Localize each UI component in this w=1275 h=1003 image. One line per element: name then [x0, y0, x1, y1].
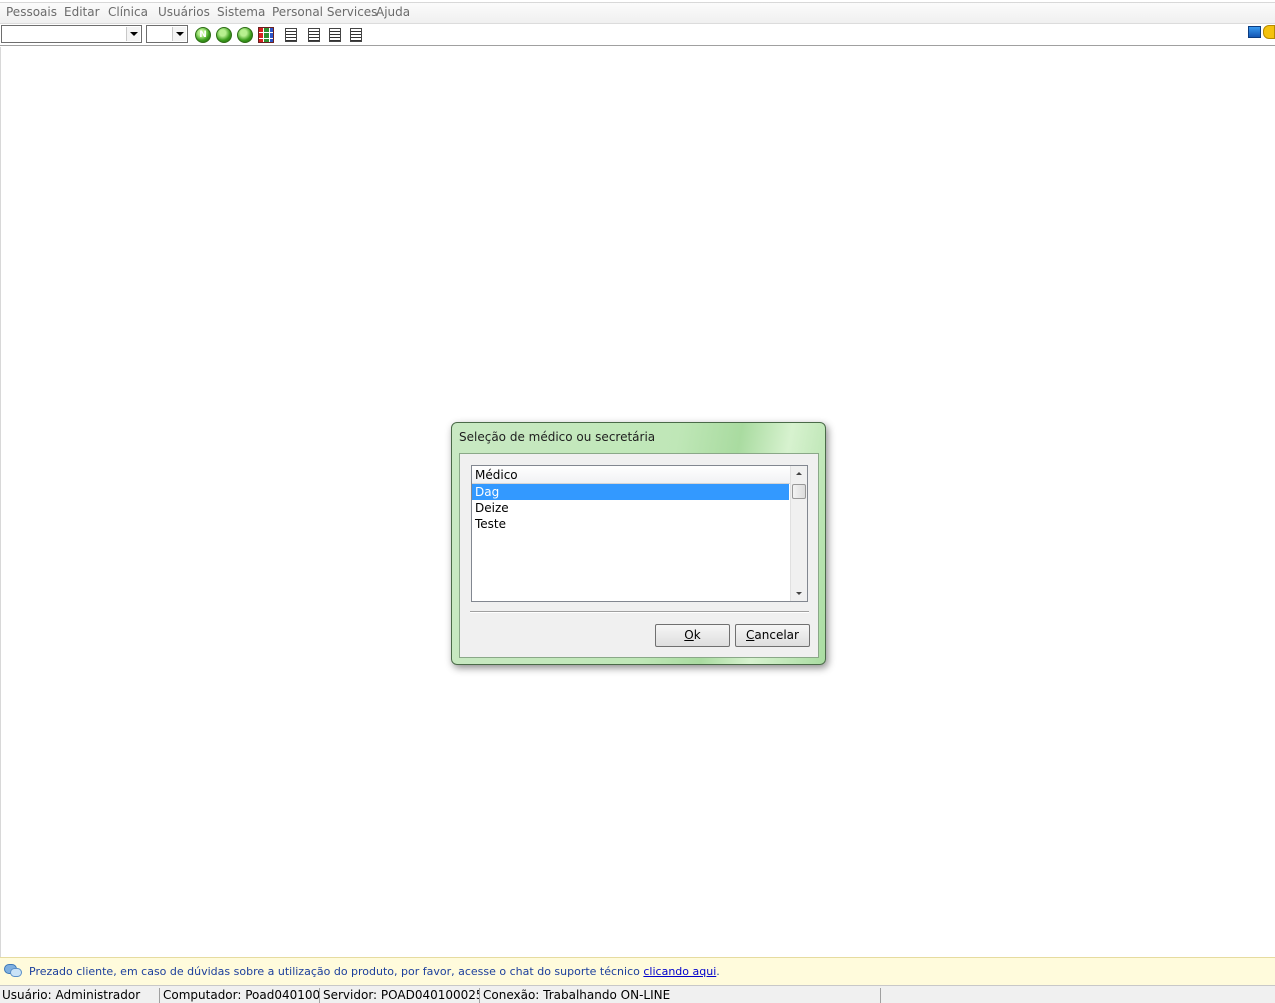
status-connection: Conexão: Trabalhando ON-LINE: [481, 988, 881, 1003]
scroll-up-icon[interactable]: [791, 466, 807, 482]
list-item[interactable]: Dag: [472, 484, 789, 500]
dialog-separator: [470, 611, 809, 613]
list-column-header-label: Médico: [475, 468, 518, 482]
support-message-text: Prezado cliente, em caso de dúvidas sobr…: [29, 965, 644, 978]
support-message-suffix: .: [716, 965, 720, 978]
green-circle-icon[interactable]: [216, 27, 232, 43]
app-window: Pessoais Editar Clínica Usuários Sistema…: [0, 0, 1275, 1003]
menu-bar: Pessoais Editar Clínica Usuários Sistema…: [0, 0, 1275, 24]
status-computer: Computador: Poad040100025: [163, 988, 320, 1003]
green-n-circle-icon[interactable]: N: [195, 27, 211, 43]
list-scrollbar[interactable]: [790, 466, 807, 601]
chevron-down-icon[interactable]: [172, 27, 186, 41]
chat-bubbles-icon: [4, 964, 22, 978]
ok-button[interactable]: Ok: [655, 624, 730, 647]
status-bar: Usuário: Administrador Computador: Poad0…: [0, 985, 1275, 1003]
document-icon[interactable]: [285, 28, 297, 42]
toolbar: N: [0, 24, 1275, 46]
menu-personal-services[interactable]: Personal Services: [272, 5, 377, 19]
document-icon[interactable]: [329, 28, 341, 42]
status-server: Servidor: POAD040100025\SQ: [321, 988, 480, 1003]
doctor-listbox[interactable]: Médico Dag Deize Teste: [471, 465, 808, 602]
cancel-button[interactable]: Cancelar: [735, 624, 810, 647]
menu-usuarios[interactable]: Usuários: [158, 5, 210, 19]
support-info-bar: Prezado cliente, em caso de dúvidas sobr…: [0, 957, 1275, 985]
dialog-body: Médico Dag Deize Teste Ok Cancelar: [459, 453, 819, 658]
status-extra: [882, 988, 1275, 1003]
document-icon[interactable]: [308, 28, 320, 42]
menu-editar[interactable]: Editar: [64, 5, 100, 19]
grid-table-icon[interactable]: [258, 27, 274, 43]
status-user: Usuário: Administrador: [0, 988, 160, 1003]
ok-label: k: [693, 628, 701, 642]
menu-pessoais[interactable]: Pessoais: [6, 5, 57, 19]
menu-ajuda[interactable]: Ajuda: [376, 5, 410, 19]
toolbar-combo-2[interactable]: [146, 25, 188, 43]
list-item[interactable]: Deize: [472, 500, 789, 516]
support-chat-link[interactable]: clicando aqui: [643, 965, 716, 978]
toolbar-combo-1[interactable]: [1, 25, 142, 43]
document-icon[interactable]: [350, 28, 362, 42]
menu-clinica[interactable]: Clínica: [108, 5, 148, 19]
smiley-icon[interactable]: [1263, 25, 1275, 39]
scroll-down-icon[interactable]: [791, 585, 807, 601]
ok-hotkey: O: [684, 628, 694, 642]
cancel-label: ancelar: [754, 628, 799, 642]
list-item[interactable]: Teste: [472, 516, 789, 532]
chevron-down-icon[interactable]: [126, 27, 140, 41]
green-circle-icon[interactable]: [237, 27, 253, 43]
select-doctor-dialog: Seleção de médico ou secretária Médico D…: [451, 422, 826, 665]
list-column-header[interactable]: Médico: [472, 466, 790, 484]
scroll-thumb[interactable]: [792, 484, 806, 499]
monitor-icon[interactable]: [1248, 26, 1261, 38]
dialog-title: Seleção de médico ou secretária: [459, 430, 656, 444]
menu-sistema[interactable]: Sistema: [217, 5, 265, 19]
support-message: Prezado cliente, em caso de dúvidas sobr…: [29, 965, 720, 978]
